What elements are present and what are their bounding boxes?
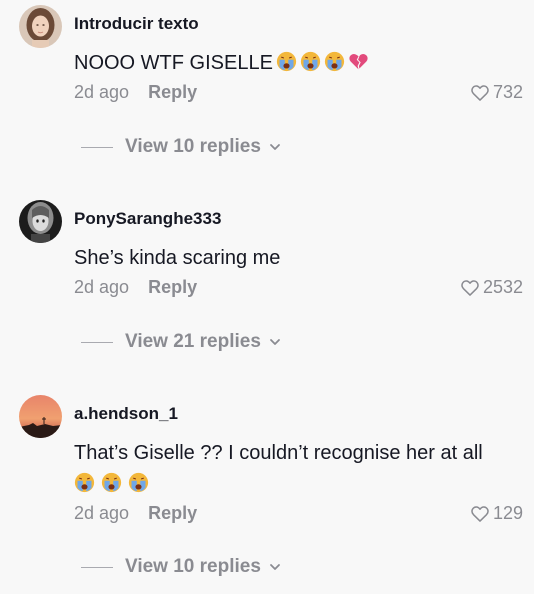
view-replies-button[interactable]: View 21 replies [81, 331, 282, 353]
comment-text-content: That’s Giselle ?? I couldn’t recognise h… [74, 442, 483, 464]
crying-face-icon [300, 51, 321, 72]
view-replies-label: View 10 replies [125, 136, 261, 157]
like-button[interactable]: 129 [470, 503, 523, 524]
avatar[interactable] [19, 5, 62, 48]
view-replies-label: View 21 replies [125, 331, 261, 352]
view-replies-button[interactable]: View 10 replies [81, 136, 282, 158]
like-count: 732 [492, 82, 523, 102]
chevron-down-icon [268, 140, 282, 154]
avatar[interactable] [19, 200, 62, 243]
reply-button[interactable]: Reply [148, 277, 197, 297]
like-count: 2532 [482, 277, 523, 297]
heart-icon [460, 278, 480, 298]
chevron-down-icon [268, 560, 282, 574]
reply-button[interactable]: Reply [148, 82, 197, 102]
divider-line [81, 566, 113, 568]
crying-face-icon [276, 51, 297, 72]
comment-meta: 2d ago Reply [74, 503, 197, 524]
like-count: 129 [492, 503, 523, 523]
crying-face-icon [101, 472, 122, 493]
comment-text: She’s kinda scaring me [74, 243, 524, 274]
reply-button[interactable]: Reply [148, 503, 197, 523]
avatar[interactable] [19, 395, 62, 438]
view-replies-button[interactable]: View 10 replies [81, 556, 282, 578]
comment-meta: 2d ago Reply [74, 82, 197, 103]
view-replies-label: View 10 replies [125, 556, 261, 577]
comment-text-content: NOOO WTF GISELLE [74, 52, 273, 74]
heart-icon [470, 504, 490, 524]
crying-face-icon [324, 51, 345, 72]
like-button[interactable]: 732 [470, 82, 523, 103]
broken-heart-icon [348, 51, 369, 72]
chevron-down-icon [268, 335, 282, 349]
comment-time: 2d ago [74, 82, 130, 102]
heart-icon [470, 83, 490, 103]
divider-line [81, 146, 113, 148]
comment-username[interactable]: PonySaranghe333 [74, 209, 221, 229]
comment-time: 2d ago [74, 503, 130, 523]
comment-text: NOOO WTF GISELLE [74, 48, 524, 79]
crying-face-icon [74, 472, 95, 493]
comment-text: That’s Giselle ?? I couldn’t recognise h… [74, 438, 524, 500]
divider-line [81, 341, 113, 343]
comment-username[interactable]: a.hendson_1 [74, 404, 178, 424]
comment-meta: 2d ago Reply [74, 277, 197, 298]
like-button[interactable]: 2532 [460, 277, 523, 298]
crying-face-icon [128, 472, 149, 493]
comment-time: 2d ago [74, 277, 130, 297]
comment-username[interactable]: Introducir texto [74, 14, 199, 34]
comment-text-content: She’s kinda scaring me [74, 247, 281, 269]
